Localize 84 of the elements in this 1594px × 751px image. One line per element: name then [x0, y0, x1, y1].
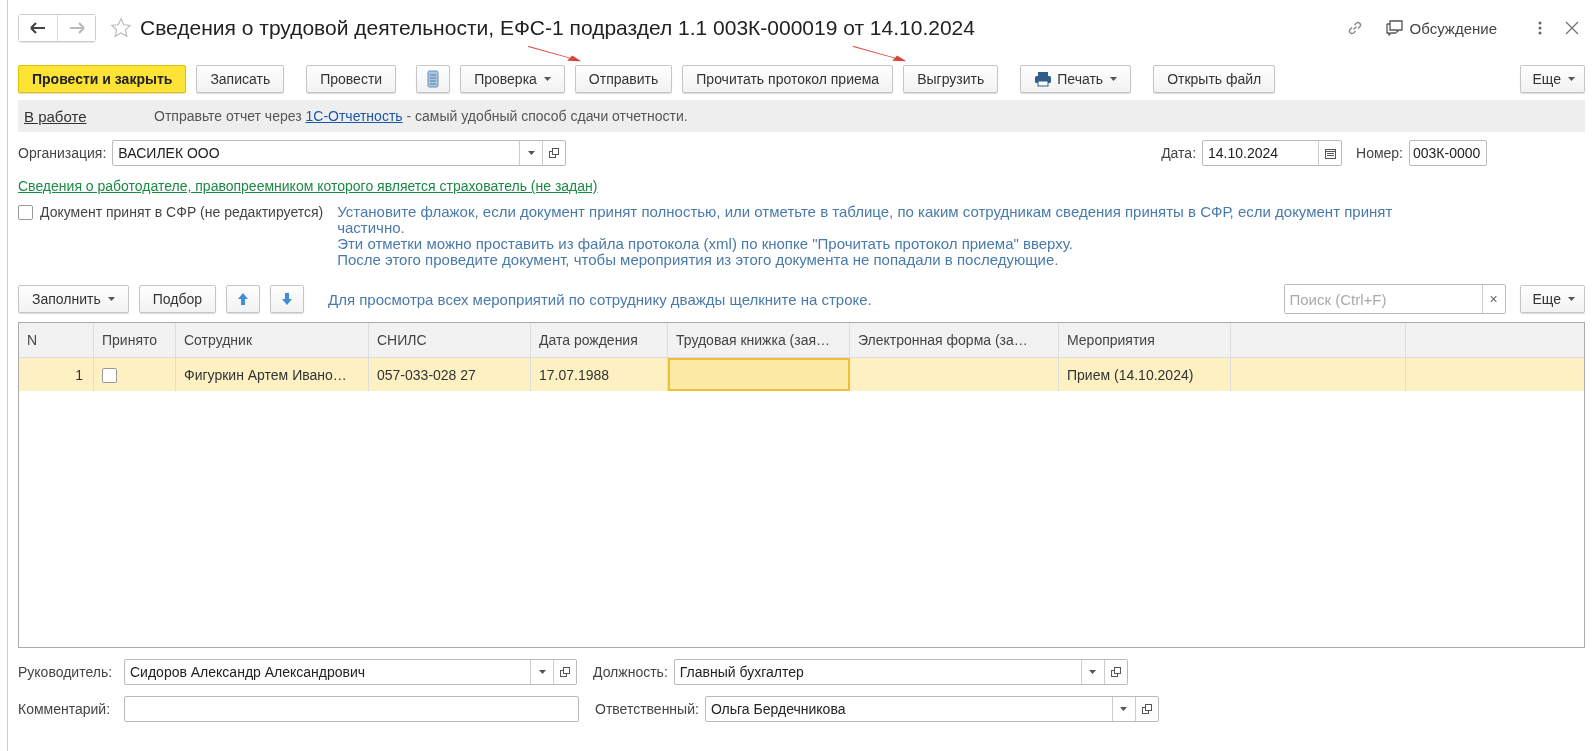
- calendar-icon: [1324, 147, 1336, 159]
- column-header[interactable]: Дата рождения: [531, 323, 668, 357]
- table-cell: Фигуркин Артем Ивано…: [176, 358, 369, 391]
- more-options-icon[interactable]: [1537, 20, 1543, 36]
- responsible-field[interactable]: Ольга Бердечникова: [704, 696, 1159, 722]
- pick-button[interactable]: Подбор: [138, 285, 217, 313]
- organization-label: Организация:: [18, 145, 107, 161]
- column-header[interactable]: N: [19, 323, 94, 357]
- toolbar-button[interactable]: Прочитать протокол приема: [682, 65, 894, 93]
- open-window-icon: [1141, 704, 1152, 714]
- status-message: Отправьте отчет через 1С-Отчетность - самый удобный способ сдачи отчетности.: [154, 108, 688, 124]
- column-header[interactable]: СНИЛС: [369, 323, 531, 357]
- caret-icon: [1089, 670, 1097, 674]
- reporting-link[interactable]: 1С-Отчетность: [305, 108, 403, 124]
- chat-icon: [1385, 20, 1404, 36]
- table-cell: Прием (14.10.2024): [1059, 358, 1231, 391]
- number-field[interactable]: 003К-0000: [1409, 140, 1487, 166]
- position-field[interactable]: Главный бухгалтер: [673, 659, 1128, 685]
- table-row[interactable]: 1 Фигуркин Артем Ивано… 057-033-028 27 17.07.1988 Прием (14.10.2024): [19, 358, 1584, 391]
- table-cell: 1: [19, 358, 94, 391]
- fill-button[interactable]: Заполнить: [18, 285, 129, 313]
- back-arrow-icon: [30, 22, 46, 34]
- open-window-icon: [1110, 667, 1121, 677]
- more-button[interactable]: Еще: [1519, 65, 1585, 93]
- caret-icon: [527, 151, 535, 155]
- close-icon[interactable]: [1565, 21, 1579, 35]
- toolbar-button[interactable]: Провести: [306, 65, 397, 93]
- accepted-checkbox[interactable]: Документ принят в СФР (не редактируется): [18, 204, 324, 220]
- date-field[interactable]: 14.10.2024: [1202, 140, 1342, 166]
- toolbar-button[interactable]: Записать: [196, 65, 285, 93]
- move-up-button[interactable]: [226, 285, 261, 313]
- post-and-close-button[interactable]: Провести и закрыть: [18, 65, 187, 93]
- more-button[interactable]: Еще: [1519, 285, 1585, 313]
- forward-arrow-icon: [68, 22, 85, 34]
- organization-field[interactable]: ВАСИЛЕК ООО: [112, 140, 567, 166]
- down-arrow-icon: [281, 292, 294, 306]
- search-field[interactable]: Поиск (Ctrl+F) ×: [1283, 284, 1506, 314]
- window-title: Сведения о трудовой деятельности, ЕФС-1 подраздел 1.1 003К-000019 от 14.10.2024: [140, 16, 975, 40]
- discussion-button[interactable]: Обсуждение: [1385, 19, 1497, 37]
- up-arrow-icon: [237, 292, 250, 306]
- column-header[interactable]: Сотрудник: [176, 323, 369, 357]
- annotation-arrow: [851, 46, 907, 62]
- document-icon-button[interactable]: [416, 65, 451, 93]
- star-icon[interactable]: [110, 17, 132, 39]
- caret-icon: [1110, 77, 1118, 81]
- table-cell: 057-033-028 27: [369, 358, 531, 391]
- caret-icon: [1568, 297, 1575, 301]
- caret-icon: [543, 77, 551, 81]
- hint-text: После этого проведите документ, чтобы мероприятия из этого документа не попадали в последующие.: [337, 252, 1059, 268]
- caret-icon: [538, 670, 546, 674]
- open-window-icon: [560, 667, 570, 677]
- column-header[interactable]: Электронная форма (за…: [850, 323, 1059, 357]
- document-icon: [427, 70, 440, 88]
- hint-text: Установите флажок, если документ принят полностью, или отметьте в таблице, по каким сотрудникам сведения приняты в СФР, если документ принят частично.: [337, 204, 1394, 236]
- column-header[interactable]: Трудовая книжка (зая…: [668, 323, 850, 357]
- print-button[interactable]: Печать: [1020, 65, 1132, 93]
- toolbar-button[interactable]: Отправить: [574, 65, 673, 93]
- number-label: Номер:: [1356, 145, 1403, 161]
- open-window-icon: [549, 148, 560, 158]
- toolbar-button[interactable]: Выгрузить: [903, 65, 999, 93]
- table-hint-text: Для просмотра всех мероприятий по сотруднику дважды щелкните на строке.: [328, 290, 872, 308]
- clear-button[interactable]: ×: [1481, 285, 1505, 313]
- accepted-checkbox[interactable]: [102, 367, 117, 383]
- position-label: Должность:: [593, 664, 668, 680]
- caret-icon: [107, 297, 115, 301]
- column-header[interactable]: Мероприятия: [1059, 323, 1231, 357]
- manager-field[interactable]: Сидоров Александр Александрович: [124, 659, 577, 685]
- move-down-button[interactable]: [270, 285, 305, 313]
- caret-icon: [1120, 707, 1128, 711]
- printer-icon: [1034, 71, 1053, 87]
- hint-text: Эти отметки можно проставить из файла протокола (xml) по кнопке "Прочитать протокол приема" вверху.: [337, 236, 1074, 252]
- employer-link[interactable]: Сведения о работодателе, правопреемником которого является страхователь (не задан): [18, 178, 598, 194]
- dropdown-button[interactable]: Проверка: [460, 65, 565, 93]
- column-header[interactable]: Принято: [94, 323, 176, 357]
- comment-label: Комментарий:: [18, 701, 112, 717]
- date-label: Дата:: [1161, 145, 1196, 161]
- manager-label: Руководитель:: [18, 664, 114, 680]
- responsible-label: Ответственный:: [595, 701, 699, 717]
- annotation-arrow: [526, 46, 582, 62]
- caret-icon: [1568, 77, 1575, 81]
- back-button[interactable]: [19, 15, 57, 41]
- comment-field[interactable]: [124, 696, 579, 722]
- toolbar-button[interactable]: Открыть файл: [1153, 65, 1276, 93]
- status-link[interactable]: В работе: [24, 107, 154, 125]
